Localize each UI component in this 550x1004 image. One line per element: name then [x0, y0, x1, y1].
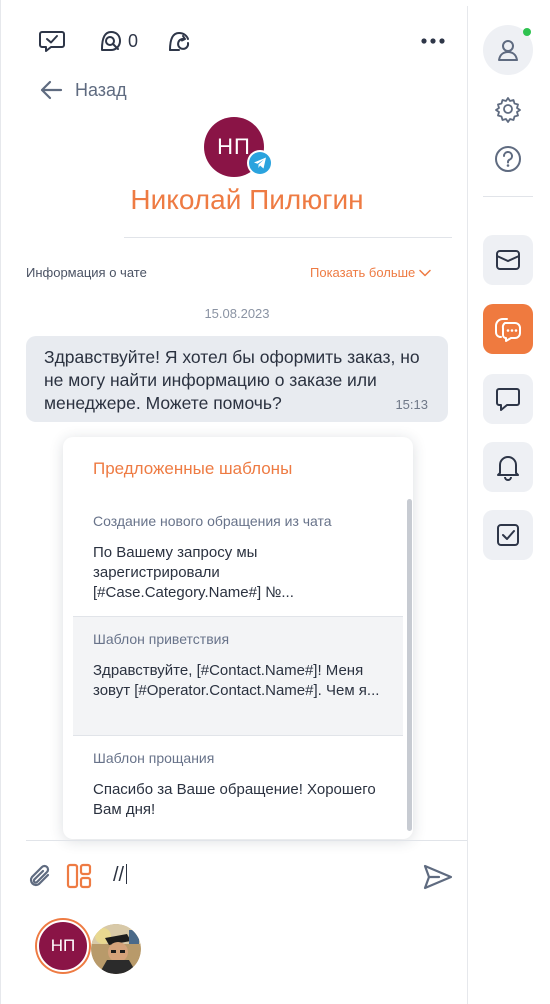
chat-icon	[495, 318, 521, 342]
template-body: По Вашему запросу мы зарегистрировали [#…	[93, 544, 294, 601]
inquiries-search-icon[interactable]	[95, 27, 125, 57]
date-separator: 15.08.2023	[204, 306, 270, 321]
participant-photo-avatar[interactable]	[91, 924, 141, 974]
template-item[interactable]: Шаблон прощания Спасибо за Ваше обращени…	[73, 736, 403, 836]
message-time: 15:13	[395, 397, 428, 412]
template-item[interactable]: Создание нового обращения из чата По Ваш…	[73, 499, 403, 616]
message-input[interactable]: //	[113, 864, 128, 887]
help-icon[interactable]	[494, 145, 522, 173]
message-icon	[496, 388, 520, 411]
user-icon	[498, 40, 518, 61]
settings-gear-icon[interactable]	[494, 95, 522, 123]
online-status-dot	[523, 28, 531, 36]
message-input-value: //	[113, 864, 125, 886]
show-more-label: Показать больше	[310, 265, 416, 280]
templates-scrollbar[interactable]	[407, 499, 412, 831]
template-body: Здравствуйте, [#Contact.Name#]! Меня зов…	[93, 662, 380, 699]
show-more-link[interactable]: Показать больше	[310, 265, 432, 280]
sidebar-item-tasks[interactable]	[483, 510, 533, 560]
message-bubble: Здравствуйте! Я хотел бы оформить заказ,…	[26, 336, 448, 422]
chat-info-label: Информация о чате	[26, 265, 147, 280]
tasks-icon	[497, 524, 519, 546]
suggested-templates-popup: Предложенные шаблоны Создание нового обр…	[63, 437, 413, 839]
sidebar-item-notifications[interactable]	[483, 442, 533, 492]
template-title: Шаблон приветствия	[93, 631, 230, 647]
chevron-down-icon	[419, 269, 432, 276]
text-caret	[126, 864, 128, 884]
sidebar-item-messages[interactable]	[483, 374, 533, 424]
sidebar-divider	[483, 196, 533, 197]
divider	[124, 237, 452, 238]
template-title: Создание нового обращения из чата	[93, 513, 332, 529]
message-text: Здравствуйте! Я хотел бы оформить заказ,…	[44, 347, 420, 413]
composer-divider	[26, 840, 468, 841]
chat-panel: 0 Назад НП Николай Пилюгин Информация о …	[0, 0, 468, 1004]
right-sidebar	[467, 6, 550, 1004]
template-item-selected[interactable]: Шаблон приветствия Здравствуйте, [#Conta…	[73, 617, 403, 735]
participant-avatar[interactable]: НП	[37, 920, 89, 972]
send-icon[interactable]	[422, 862, 454, 892]
paperclip-icon[interactable]	[27, 862, 55, 892]
chat-check-icon[interactable]	[38, 27, 66, 55]
sidebar-item-chats[interactable]	[483, 304, 533, 354]
back-label: Назад	[75, 79, 127, 100]
template-body: Спасибо за Ваше обращение! Хорошего Вам …	[93, 781, 376, 818]
contact-name[interactable]: Николай Пилюгин	[1, 184, 493, 216]
more-options-icon[interactable]	[419, 30, 447, 52]
email-icon	[496, 250, 520, 270]
telegram-icon	[247, 150, 273, 176]
templates-icon[interactable]	[65, 862, 93, 890]
sidebar-item-email[interactable]	[483, 235, 533, 285]
back-button[interactable]: Назад	[39, 78, 127, 102]
inquiry-count: 0	[128, 31, 139, 51]
transfer-chat-icon[interactable]	[164, 27, 194, 57]
arrow-left-icon	[40, 80, 63, 100]
templates-title: Предложенные шаблоны	[93, 459, 293, 478]
template-title: Шаблон прощания	[93, 750, 215, 766]
bell-icon	[497, 456, 519, 481]
